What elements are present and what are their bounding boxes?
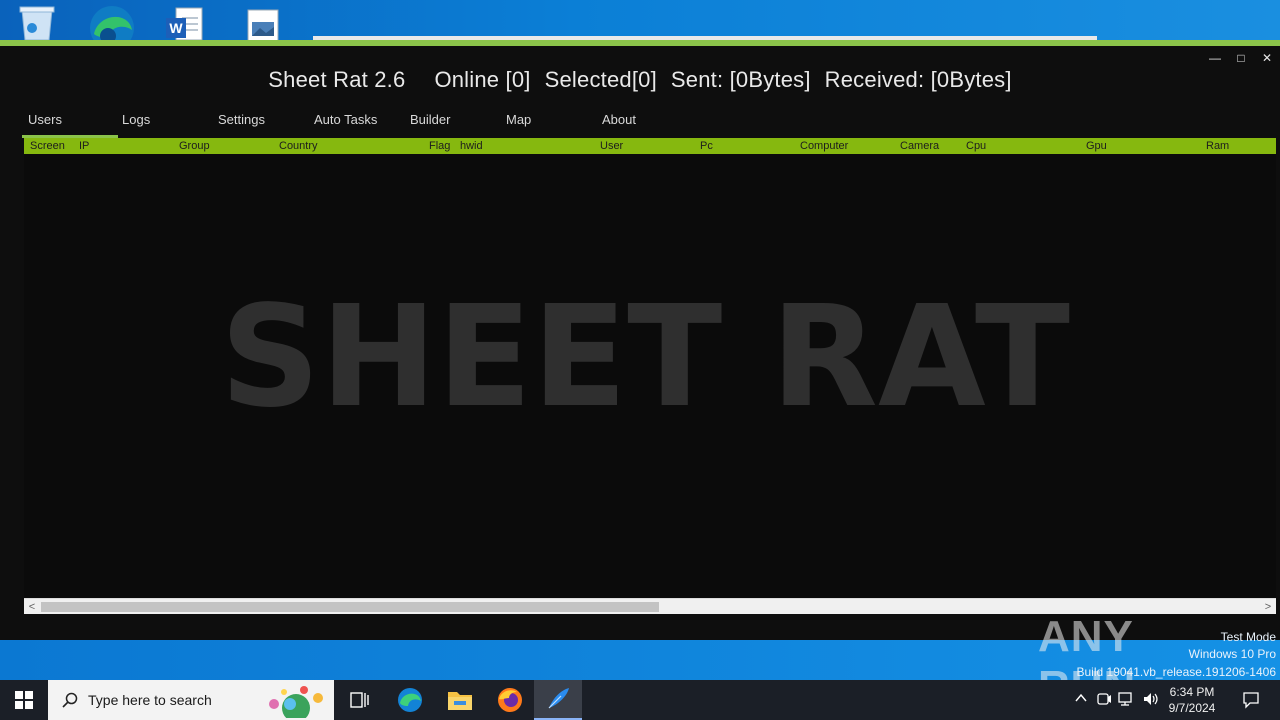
recycle-bin-icon[interactable] bbox=[16, 4, 60, 42]
sheet-rat-window: — □ ✕ Sheet Rat 2.6 Online [0] Selected[… bbox=[0, 46, 1280, 640]
clock-time: 6:34 PM bbox=[1169, 685, 1215, 699]
col-ip[interactable]: IP bbox=[79, 140, 89, 152]
task-view-icon[interactable] bbox=[336, 680, 384, 720]
col-screen[interactable]: Screen bbox=[30, 140, 65, 152]
col-camera[interactable]: Camera bbox=[900, 140, 939, 152]
chevron-up-icon[interactable] bbox=[1074, 691, 1088, 708]
col-cpu[interactable]: Cpu bbox=[966, 140, 986, 152]
tab-auto-tasks[interactable]: Auto Tasks bbox=[314, 112, 377, 127]
tab-users[interactable]: Users bbox=[28, 112, 62, 127]
sent-bytes: Sent: [0Bytes] bbox=[670, 67, 811, 92]
taskbar-clock[interactable]: 6:34 PM 9/7/2024 bbox=[1162, 684, 1222, 716]
image-file-icon[interactable] bbox=[242, 4, 286, 43]
tab-about[interactable]: About bbox=[602, 112, 636, 127]
watermark-text: SHEET RAT bbox=[220, 293, 1070, 413]
taskbar: Type here to search 6:34 PM 9/7/2024 bbox=[0, 680, 1280, 720]
search-icon bbox=[62, 692, 78, 708]
clock-date: 9/7/2024 bbox=[1168, 701, 1216, 715]
start-button[interactable] bbox=[0, 680, 48, 720]
col-group[interactable]: Group bbox=[179, 140, 210, 152]
edge-taskbar-icon[interactable] bbox=[386, 680, 434, 720]
firefox-icon[interactable] bbox=[486, 680, 534, 720]
app-title: Sheet Rat 2.6 bbox=[268, 67, 406, 92]
scroll-right-button[interactable]: > bbox=[1260, 599, 1276, 615]
status-header: Sheet Rat 2.6 Online [0] Selected[0] Sen… bbox=[0, 64, 1280, 96]
users-grid[interactable]: Screen IP Group Country Flag hwid User P… bbox=[24, 138, 1276, 598]
col-pc[interactable]: Pc bbox=[700, 140, 713, 152]
tab-builder[interactable]: Builder bbox=[410, 112, 450, 127]
scroll-thumb[interactable] bbox=[41, 602, 659, 612]
selected-count: Selected[0] bbox=[544, 67, 657, 92]
desktop-background-top: W bbox=[0, 0, 1280, 50]
word-document-icon[interactable]: W bbox=[164, 4, 208, 42]
search-highlight-icon bbox=[260, 684, 330, 720]
volume-icon[interactable] bbox=[1142, 691, 1160, 710]
col-gpu[interactable]: Gpu bbox=[1086, 140, 1107, 152]
anyrun-logo: ANY RUN bbox=[1038, 612, 1135, 711]
online-count: Online [0] bbox=[434, 67, 531, 92]
col-flag[interactable]: Flag bbox=[429, 140, 450, 152]
col-ram[interactable]: Ram bbox=[1206, 140, 1229, 152]
search-placeholder: Type here to search bbox=[88, 692, 212, 708]
col-hwid[interactable]: hwid bbox=[460, 140, 483, 152]
col-user[interactable]: User bbox=[600, 140, 623, 152]
tab-map[interactable]: Map bbox=[506, 112, 531, 127]
windows-logo-icon bbox=[15, 691, 33, 709]
edge-shortcut-icon[interactable] bbox=[88, 4, 134, 50]
col-country[interactable]: Country bbox=[279, 140, 318, 152]
sheet-rat-logo-watermark: SHEET RAT bbox=[220, 293, 1070, 413]
grid-header: Screen IP Group Country Flag hwid User P… bbox=[24, 138, 1276, 154]
file-explorer-icon[interactable] bbox=[436, 680, 484, 720]
tab-settings[interactable]: Settings bbox=[218, 112, 265, 127]
received-bytes: Received: [0Bytes] bbox=[824, 67, 1012, 92]
meet-now-icon[interactable] bbox=[1096, 691, 1112, 710]
tab-logs[interactable]: Logs bbox=[122, 112, 150, 127]
scroll-left-button[interactable]: < bbox=[24, 599, 40, 615]
network-icon[interactable] bbox=[1118, 691, 1136, 710]
taskbar-search-box[interactable]: Type here to search bbox=[48, 680, 334, 720]
notifications-icon[interactable] bbox=[1242, 691, 1260, 712]
sheet-rat-taskbar-icon[interactable] bbox=[534, 680, 582, 720]
col-computer[interactable]: Computer bbox=[800, 140, 848, 152]
svg-text:W: W bbox=[169, 20, 183, 36]
